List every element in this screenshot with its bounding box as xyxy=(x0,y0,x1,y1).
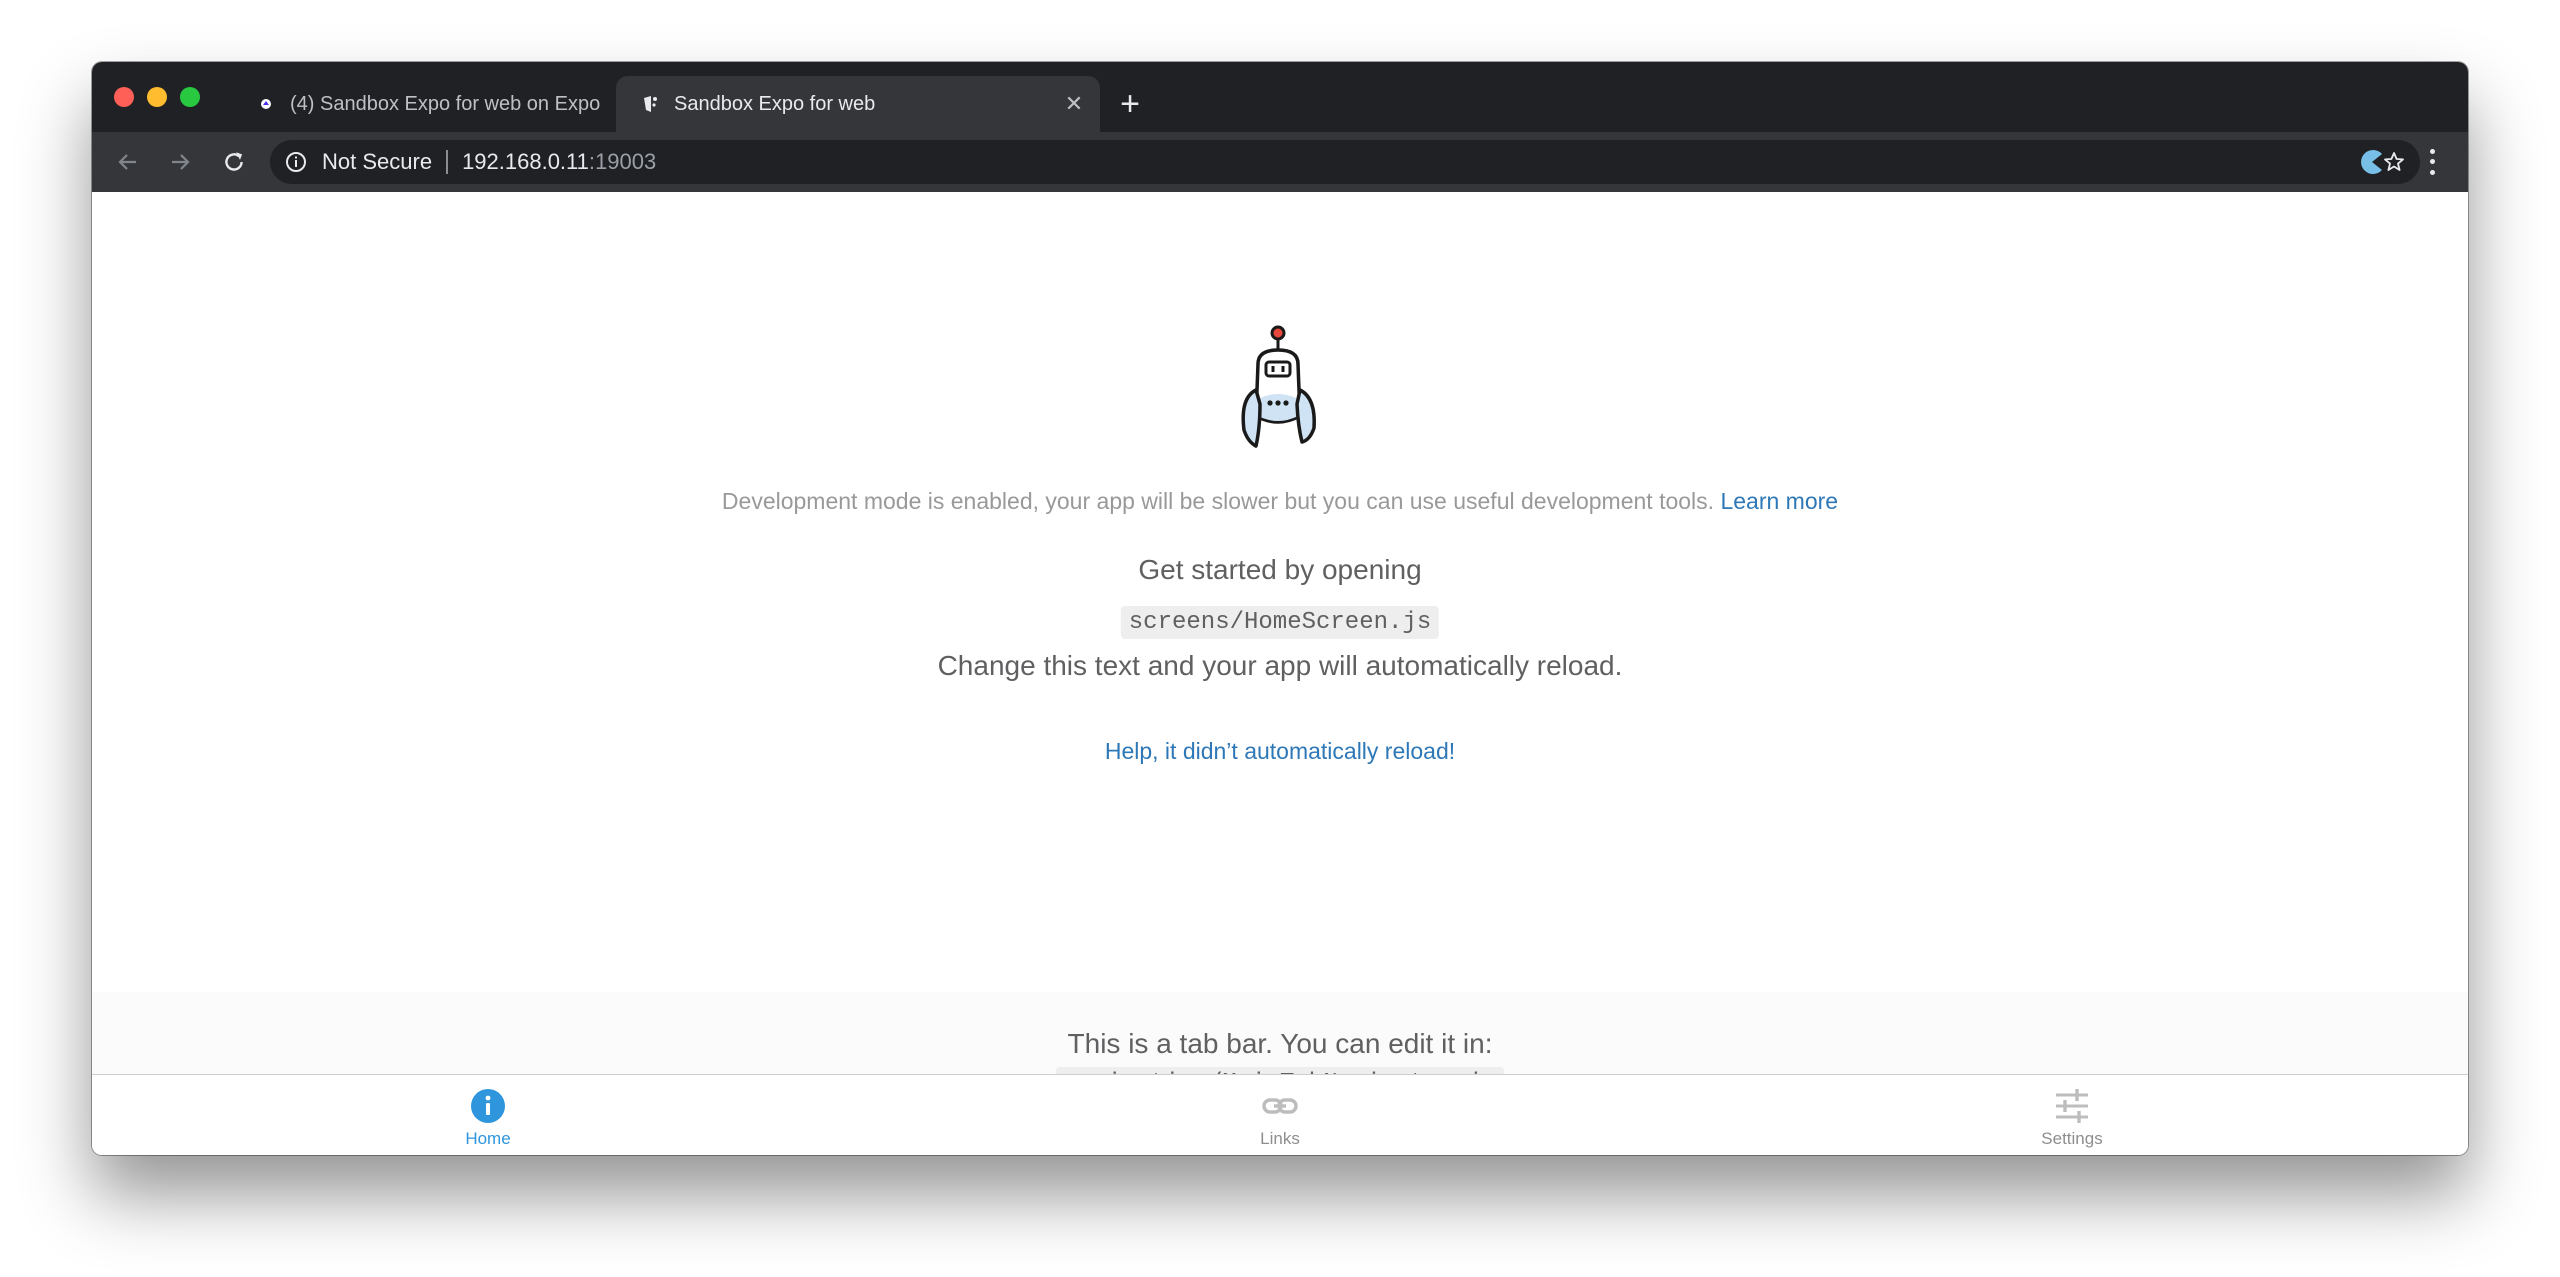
tab-bar-info-text: This is a tab bar. You can edit it in: xyxy=(1067,1028,1493,1059)
expo-favicon-icon xyxy=(644,96,657,112)
tab-label: Settings xyxy=(2041,1129,2103,1148)
url-host: 192.168.0.11 xyxy=(462,149,589,174)
close-tab-icon[interactable]: ✕ xyxy=(1062,91,1086,116)
expo-favicon-icon xyxy=(261,99,271,109)
browser-toolbar: Not Secure 192.168.0.11 :19003 xyxy=(92,132,2468,192)
dev-mode-text: Development mode is enabled, your app wi… xyxy=(721,488,1715,514)
tab-title: Sandbox Expo for web xyxy=(674,92,876,115)
tab-links[interactable]: Links xyxy=(884,1075,1676,1155)
arrow-left-icon xyxy=(118,154,136,170)
tab-settings[interactable]: Settings xyxy=(1676,1075,2468,1155)
tab-strip: (4) Sandbox Expo for web on Expo ✕ Sandb… xyxy=(92,62,2468,132)
robot-logo-icon xyxy=(1241,325,1316,448)
minimize-window-button[interactable] xyxy=(147,87,167,107)
maximize-window-button[interactable] xyxy=(180,87,200,107)
reload-button[interactable] xyxy=(216,144,252,180)
close-window-button[interactable] xyxy=(114,87,134,107)
address-divider xyxy=(446,150,449,174)
browser-tab-sandbox[interactable]: Sandbox Expo for web ✕ xyxy=(616,76,1100,132)
extension-icon[interactable] xyxy=(2356,146,2388,178)
reload-icon xyxy=(225,152,243,171)
info-icon xyxy=(471,1089,505,1123)
tab-title: (4) Sandbox Expo for web on Expo xyxy=(290,92,601,115)
browser-menu-button[interactable] xyxy=(2422,146,2442,178)
forward-button[interactable] xyxy=(162,144,198,180)
info-circle-icon[interactable] xyxy=(284,150,308,174)
page-content: Development mode is enabled, your app wi… xyxy=(92,192,2468,1155)
arrow-right-icon xyxy=(172,154,190,170)
change-text: Change this text and your app will autom… xyxy=(937,650,1623,681)
home-screen-path: screens/HomeScreen.js xyxy=(1120,606,1440,639)
back-button[interactable] xyxy=(110,144,146,180)
dev-mode-notice: Development mode is enabled, your app wi… xyxy=(92,488,2468,515)
tab-label: Links xyxy=(1260,1129,1300,1148)
sliders-icon xyxy=(2056,1089,2088,1123)
get-started-text: Get started by opening xyxy=(1138,554,1422,585)
tab-home[interactable]: Home xyxy=(92,1075,884,1155)
browser-window: (4) Sandbox Expo for web on Expo ✕ Sandb… xyxy=(92,62,2468,1155)
url-port: :19003 xyxy=(588,149,657,174)
bottom-tab-bar: Home Links Settings xyxy=(92,1074,2468,1155)
link-icon xyxy=(1262,1098,1298,1114)
tab-label: Home xyxy=(465,1129,511,1148)
learn-more-link[interactable]: Learn more xyxy=(1720,488,1838,514)
security-label[interactable]: Not Secure xyxy=(322,149,432,175)
new-tab-button[interactable]: + xyxy=(1112,85,1148,123)
help-link[interactable]: Help, it didn’t automatically reload! xyxy=(92,738,2468,765)
address-bar[interactable]: Not Secure 192.168.0.11 :19003 xyxy=(270,140,2420,184)
